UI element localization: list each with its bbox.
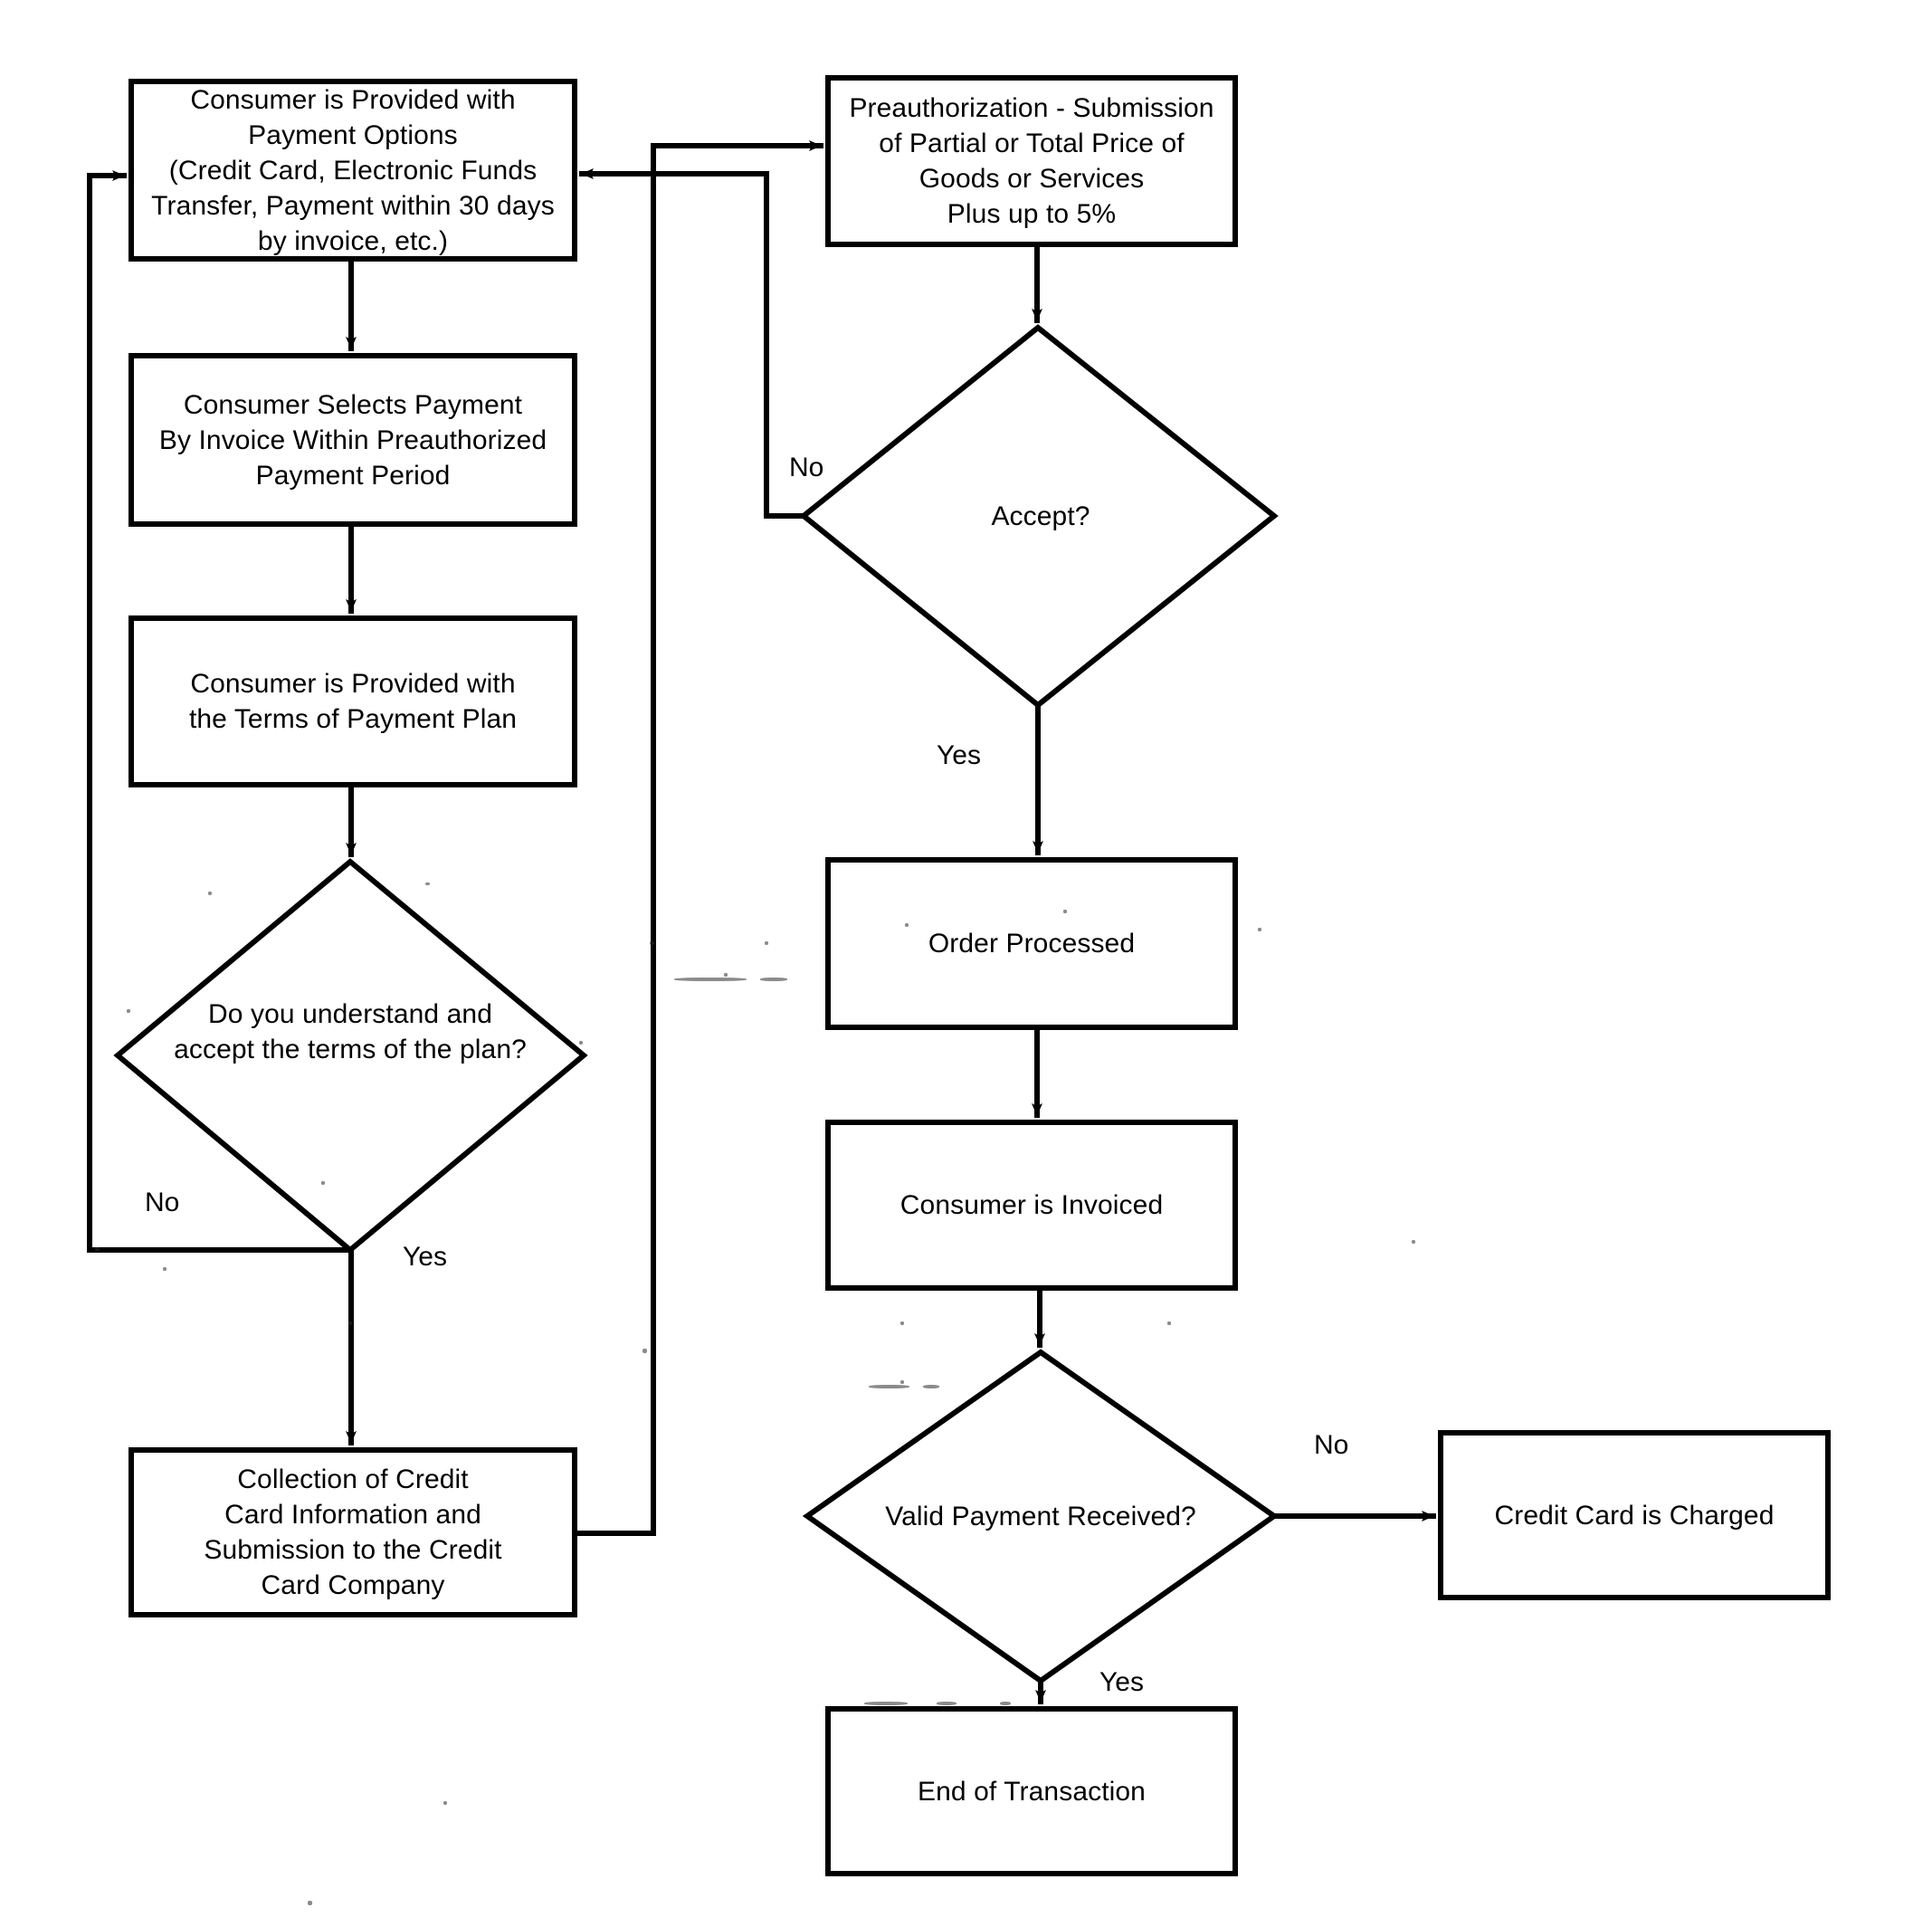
- scan-speck: [1000, 1702, 1011, 1705]
- scan-speck: [900, 1321, 904, 1325]
- scan-speck: [923, 1385, 939, 1388]
- edge-label-valid-payment-yes: Yes: [1099, 1667, 1144, 1697]
- node-shape-order-processed: [825, 857, 1238, 1030]
- scan-speck: [127, 1009, 130, 1013]
- scan-speck: [308, 1901, 312, 1905]
- node-shape-end-of-transaction: [825, 1706, 1238, 1876]
- scan-speck: [869, 1385, 909, 1388]
- scan-speck: [650, 941, 654, 945]
- node-shape-preauthorization: [825, 75, 1238, 247]
- node-shape-selects-payment: [128, 353, 577, 527]
- scan-speck: [443, 1801, 447, 1805]
- scan-speck: [208, 892, 212, 895]
- scan-speck: [900, 1380, 904, 1384]
- flowchart-graphics: [87, 75, 1831, 1876]
- node-shape-understand-accept: [113, 858, 588, 1254]
- node-shape-credit-card-charged: [1438, 1430, 1831, 1600]
- scan-speck: [760, 978, 787, 981]
- edge-label-accept-yes: Yes: [937, 740, 981, 770]
- flowchart-canvas: Consumer is Provided with Payment Option…: [0, 0, 1932, 1927]
- scan-speck: [1412, 1240, 1415, 1244]
- scan-speck: [937, 1702, 956, 1705]
- node-shape-payment-options: [128, 79, 577, 262]
- scan-speck: [425, 882, 430, 885]
- edge-label-understand-accept-no: No: [145, 1188, 180, 1217]
- scan-speck: [724, 973, 728, 977]
- scan-speck: [579, 1041, 583, 1045]
- node-shape-terms-of-plan: [128, 615, 577, 787]
- scan-speck: [1258, 928, 1261, 931]
- node-shape-collection-credit-card: [128, 1447, 577, 1617]
- scan-speck: [642, 1349, 647, 1353]
- edge-label-understand-accept-yes: Yes: [403, 1242, 447, 1272]
- scan-speck: [163, 1267, 167, 1271]
- edge-collection-to-preauthorization: [572, 140, 823, 1536]
- scan-speck: [1063, 910, 1067, 913]
- scan-speck: [765, 941, 768, 945]
- edge-label-accept-no: No: [789, 453, 824, 482]
- node-shape-accept: [799, 324, 1279, 709]
- node-shape-valid-payment: [802, 1349, 1280, 1684]
- scan-speck: [674, 978, 747, 981]
- scan-speck: [321, 1181, 325, 1185]
- scan-speck: [95, 1247, 100, 1251]
- scan-speck: [348, 1321, 352, 1325]
- scan-speck: [864, 1702, 908, 1705]
- scan-speck: [1167, 1321, 1171, 1325]
- edge-accept-no-loop: [579, 168, 806, 519]
- node-shape-consumer-invoiced: [825, 1120, 1238, 1291]
- edge-label-valid-payment-no: No: [1314, 1430, 1349, 1460]
- scan-speck: [905, 923, 909, 927]
